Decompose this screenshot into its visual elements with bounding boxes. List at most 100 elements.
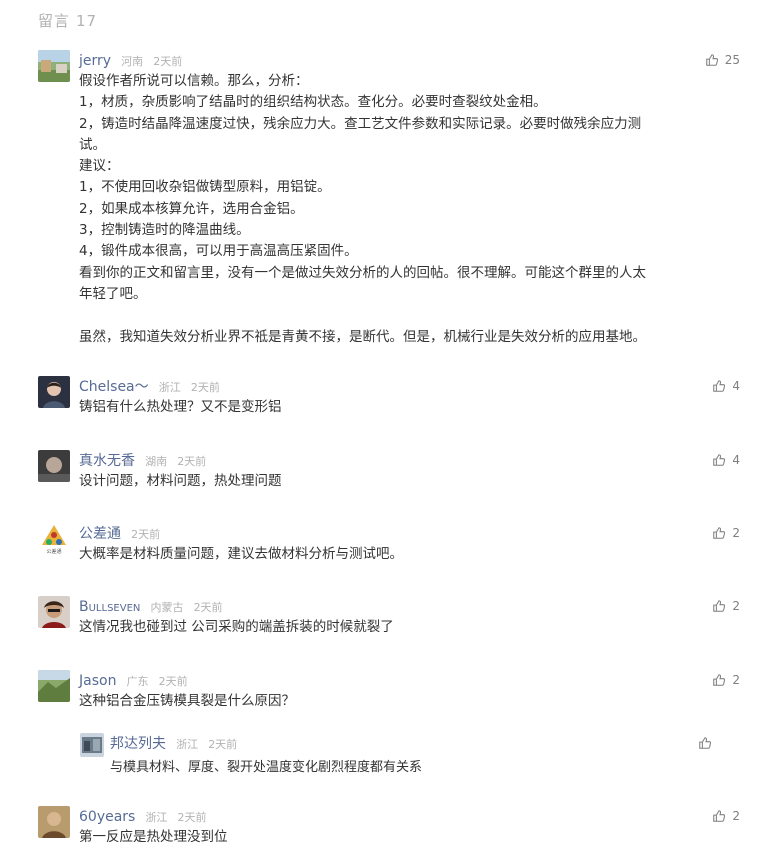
comment-meta: Jason 广东 2天前 [79, 670, 188, 690]
commenter-name[interactable]: Jason [79, 673, 116, 689]
comment-line: 虽然，我知道失效分析业界不祗是青黄不接，是断代。但是，机械行业是失效分析的应用基… [79, 328, 646, 345]
reply-content: 与模具材料、厚度、裂开处温度变化剧烈程度都有关系 [110, 760, 423, 775]
like-button[interactable] [698, 733, 712, 753]
comment-line: 第一反应是热处理没到位 [79, 829, 228, 845]
like-count: 2 [732, 809, 740, 823]
commenter-name[interactable]: jerry [79, 53, 111, 69]
avatar[interactable] [38, 376, 70, 408]
commenter-location: 内蒙古 [150, 601, 184, 614]
like-button[interactable]: 25 [705, 50, 740, 70]
comment-line: 3，控制铸造时的降温曲线。 [79, 222, 250, 239]
thumbs-up-icon [705, 54, 718, 66]
thumbs-up-icon [713, 380, 726, 392]
comment-line: 铸铝有什么热处理？又不是变形铝 [79, 399, 282, 415]
comment-time: 2天前 [158, 675, 188, 688]
comment-item: Chelsea～ 浙江 2天前 4 铸铝有什么热处理？又不是变形铝 [38, 376, 740, 426]
avatar[interactable] [80, 733, 104, 757]
comment-content: 第一反应是热处理没到位 [79, 827, 719, 848]
avatar[interactable] [38, 596, 70, 628]
comment-time: 2天前 [153, 55, 183, 68]
commenter-location: 浙江 [145, 811, 168, 824]
commenter-name[interactable]: 公差通 [79, 526, 121, 542]
comment-line: 年轻了吧。 [79, 285, 147, 302]
like-count: 2 [732, 599, 740, 613]
like-count: 25 [724, 53, 740, 67]
commenter-location: 广东 [126, 675, 149, 688]
reply-time: 2天前 [208, 738, 238, 751]
comment-line: 建议： [79, 158, 120, 175]
commenter-name[interactable]: 真水无香 [79, 453, 135, 469]
comment-time: 2天前 [190, 381, 220, 394]
like-button[interactable]: 4 [712, 376, 740, 396]
like-button[interactable]: 4 [712, 450, 740, 470]
comments-header: 留言 17 [38, 10, 97, 31]
comment-time: 2天前 [177, 811, 207, 824]
avatar[interactable] [38, 670, 70, 702]
comment-item: 真水无香 湖南 2天前 4 设计问题，材料问题，热处理问题 [38, 450, 740, 500]
comment-line [79, 305, 719, 326]
comments-count: 17 [76, 12, 98, 30]
thumbs-up-icon [713, 810, 726, 822]
comment-content: 设计问题，材料问题，热处理问题 [79, 471, 719, 492]
logo-caption: 公差通 [46, 548, 61, 555]
comment-line: 2，如果成本核算允许，选用合金铝。 [79, 200, 304, 217]
comment-line: 看到你的正文和留言里，没有一个是做过失效分析的人的回帖。很不理解。可能这个群里的… [79, 264, 646, 281]
reply-meta: 邦达列夫 浙江 2天前 [110, 733, 237, 753]
comment-meta: Bullseven 内蒙古 2天前 [79, 596, 223, 616]
comment-line: 设计问题，材料问题，热处理问题 [79, 473, 282, 489]
comment-meta: 公差通 2天前 [79, 523, 160, 543]
comment-meta: Chelsea～ 浙江 2天前 [79, 376, 220, 396]
comment-line: 这种铝合金压铸模具裂是什么原因？ [79, 693, 295, 709]
commenter-location: 湖南 [145, 455, 168, 468]
like-button[interactable]: 2 [712, 523, 740, 543]
like-count: 2 [732, 526, 740, 540]
avatar[interactable] [38, 450, 70, 482]
like-count: 4 [732, 379, 740, 393]
commenter-location: 浙江 [158, 381, 181, 394]
comment-content: 铸铝有什么热处理？又不是变形铝 [79, 397, 719, 418]
comment-item: 60years 浙江 2天前 2 第一反应是热处理没到位 [38, 806, 740, 856]
comment-content: 这情况我也碰到过 公司采购的端盖拆装的时候就裂了 [79, 617, 719, 638]
thumbs-up-icon [699, 737, 712, 749]
comment-meta: 60years 浙江 2天前 [79, 806, 207, 826]
replier-location: 浙江 [176, 738, 199, 751]
comment-item: 公差通 公差通 2天前 2 大概率是材料质量问题，建议去做材料分析与测试吧。 [38, 523, 740, 573]
thumbs-up-icon [713, 600, 726, 612]
like-button[interactable]: 2 [712, 806, 740, 826]
comment-time: 2天前 [177, 455, 207, 468]
like-button[interactable]: 2 [712, 670, 740, 690]
comment-line: 这情况我也碰到过 公司采购的端盖拆装的时候就裂了 [79, 619, 394, 635]
avatar[interactable] [38, 50, 70, 82]
avatar[interactable]: 公差通 [38, 523, 70, 555]
thumbs-up-icon [713, 527, 726, 539]
comment-content: 这种铝合金压铸模具裂是什么原因？ [79, 691, 719, 712]
comment-line: 1，材质，杂质影响了结晶时的组织结构状态。查化分。必要时查裂纹处金相。 [79, 94, 547, 111]
like-count: 4 [732, 453, 740, 467]
thumbs-up-icon [713, 454, 726, 466]
comment-content: 假设作者所说可以信赖。那么，分析： 1，材质，杂质影响了结晶时的组织结构状态。查… [79, 71, 719, 348]
commenter-name[interactable]: Chelsea～ [79, 379, 149, 395]
comment-item: Jason 广东 2天前 2 这种铝合金压铸模具裂是什么原因？ [38, 670, 740, 720]
comment-line: 假设作者所说可以信赖。那么，分析： [79, 73, 309, 89]
comment-content: 大概率是材料质量问题，建议去做材料分析与测试吧。 [79, 544, 719, 565]
comment-time: 2天前 [193, 601, 223, 614]
reply-item: 邦达列夫 浙江 2天前 与模具材料、厚度、裂开处温度变化剧烈程度都有关系 [80, 733, 712, 783]
replier-name[interactable]: 邦达列夫 [110, 736, 166, 752]
commenter-name[interactable]: Bullseven [79, 599, 140, 615]
like-button[interactable]: 2 [712, 596, 740, 616]
thumbs-up-icon [713, 674, 726, 686]
comment-line: 大概率是材料质量问题，建议去做材料分析与测试吧。 [79, 546, 403, 562]
comment-line: 4，锻件成本很高，可以用于高温高压紧固件。 [79, 243, 358, 260]
comment-item: jerry 河南 2天前 25 假设作者所说可以信赖。那么，分析： 1，材质，杂… [38, 50, 740, 350]
avatar[interactable] [38, 806, 70, 838]
comment-meta: 真水无香 湖南 2天前 [79, 450, 206, 470]
comment-meta: jerry 河南 2天前 [79, 50, 182, 70]
commenter-location: 河南 [121, 55, 144, 68]
like-count: 2 [732, 673, 740, 687]
comment-line: 2，铸造时结晶降温速度过快，残余应力大。查工艺文件参数和实际记录。必要时做残余应… [79, 115, 642, 132]
comment-line: 1，不使用回收杂铝做铸型原料，用铝锭。 [79, 179, 331, 196]
comment-item: Bullseven 内蒙古 2天前 2 这情况我也碰到过 公司采购的端盖拆装的时… [38, 596, 740, 646]
comment-line: 试。 [79, 136, 106, 153]
comments-header-label: 留言 [38, 12, 71, 30]
commenter-name[interactable]: 60years [79, 809, 135, 825]
